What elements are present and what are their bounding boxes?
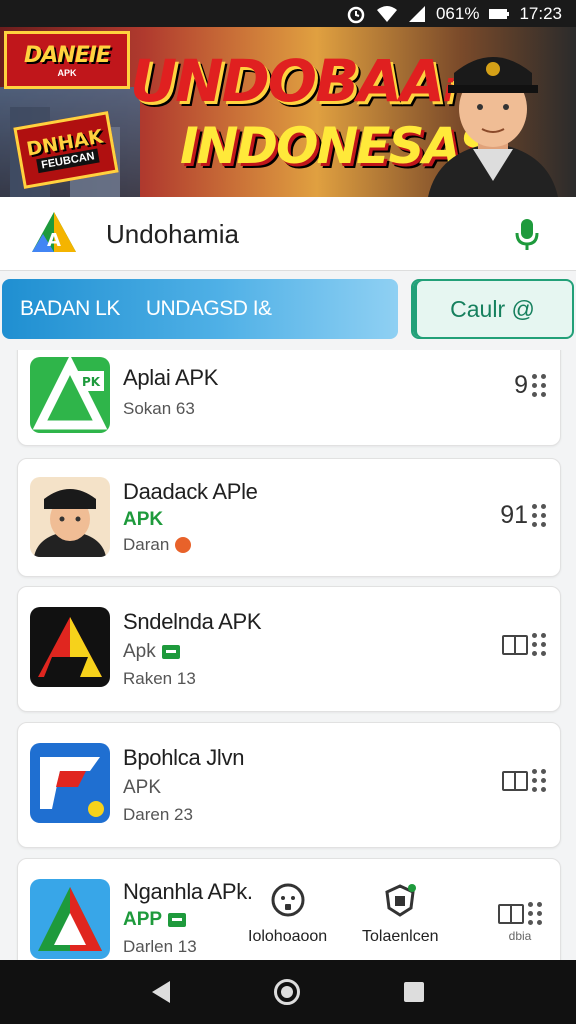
app-name: Aplai APK xyxy=(123,365,219,390)
shield-icon xyxy=(385,884,417,917)
svg-text:PK: PK xyxy=(82,375,101,389)
app-name: Bpohlca Jlvn xyxy=(123,745,245,770)
signal-icon xyxy=(408,5,426,23)
officer-illustration xyxy=(428,57,558,197)
recents-icon[interactable] xyxy=(404,982,424,1002)
app-rating: 91 xyxy=(500,501,546,530)
app-sub: Darlen 13 xyxy=(123,937,197,956)
more-dots-icon[interactable] xyxy=(532,374,546,397)
battery-percent: 061% xyxy=(435,3,480,23)
promo-banner[interactable]: DANEIE APK DNHAK FEUBCAN UNDOBAAi INDONE… xyxy=(0,27,576,197)
battery-icon xyxy=(489,8,510,20)
banner-logo: DANEIE APK xyxy=(4,31,130,89)
book-icon[interactable] xyxy=(502,770,528,791)
search-button[interactable]: Caulr @ xyxy=(411,279,574,339)
app-sub: Daran xyxy=(123,535,192,555)
app-sub: Daren 23 xyxy=(123,805,193,824)
banner-logo-title: DANEIE xyxy=(24,42,111,68)
bottom-tab-2-label: Tolaenlcen xyxy=(362,928,439,945)
app-icon xyxy=(30,607,110,687)
category-filter[interactable]: BADAN LK UNDAGSD I& xyxy=(2,279,398,339)
home-icon[interactable] xyxy=(274,979,300,1005)
app-sub: Sokan 63 xyxy=(123,399,195,418)
mic-icon[interactable] xyxy=(512,217,542,251)
filter-label-a: BADAN LK xyxy=(20,297,120,320)
status-bar: 061% 17:23 xyxy=(0,0,576,27)
system-nav-bar xyxy=(0,960,576,1024)
app-tag: APK xyxy=(123,777,162,798)
list-item[interactable]: Sndelnda APK Apk Raken 13 xyxy=(17,586,561,712)
filter-label-b: UNDAGSD I& xyxy=(145,297,272,320)
app-rating: 9 xyxy=(514,371,546,400)
list-item[interactable]: Daadack APle APK Daran 91 xyxy=(17,458,561,577)
face-icon xyxy=(271,883,305,917)
svg-text:A: A xyxy=(47,230,61,251)
banner-logo-sub: APK xyxy=(57,67,77,78)
bottom-tab-3-icons xyxy=(498,902,542,925)
store-logo-icon: A xyxy=(32,212,76,252)
book-icon[interactable] xyxy=(502,634,528,655)
app-name: Daadack APle xyxy=(123,479,258,504)
bottom-tab-2[interactable]: Tolaenlcen xyxy=(362,882,439,946)
app-tag: APP xyxy=(123,909,187,931)
clock: 17:23 xyxy=(519,3,562,23)
flag-icon xyxy=(168,913,187,927)
app-actions xyxy=(502,769,546,792)
app-icon xyxy=(30,477,110,557)
app-icon xyxy=(30,743,110,823)
flag-icon xyxy=(161,645,180,659)
wifi-icon xyxy=(376,5,398,23)
bottom-tab-1-label: Iolohoaoon xyxy=(248,928,328,945)
alarm-icon xyxy=(346,4,366,24)
bottom-tab-3[interactable]: dbia xyxy=(498,902,542,943)
bottom-tab-1[interactable]: Iolohoaoon xyxy=(248,882,327,946)
app-actions xyxy=(502,633,546,656)
more-dots-icon[interactable] xyxy=(532,633,546,656)
app-icon: PK xyxy=(30,357,110,433)
banner-title-line1: UNDOBAAi xyxy=(130,47,453,115)
list-item[interactable]: PK Aplai APK Sokan 63 9 xyxy=(17,350,561,446)
flag-icon xyxy=(175,537,192,553)
more-dots-icon xyxy=(528,902,542,925)
search-bar[interactable]: A Undohamia xyxy=(0,197,576,271)
list-item[interactable]: Bpohlca Jlvn APK Daren 23 xyxy=(17,722,561,848)
search-query[interactable]: Undohamia xyxy=(106,219,239,250)
app-icon xyxy=(30,879,110,959)
app-sub: Raken 13 xyxy=(123,669,196,688)
bottom-tab-3-label: dbia xyxy=(508,929,532,943)
back-icon[interactable] xyxy=(152,981,170,1003)
book-icon xyxy=(498,903,524,924)
app-name: Sndelnda APK xyxy=(123,609,262,634)
app-tag: Apk xyxy=(123,641,180,663)
app-tag: APK xyxy=(123,509,164,530)
app-name: Nganhla APk. xyxy=(123,879,253,904)
app-list[interactable]: PK Aplai APK Sokan 63 9 Daadack APle APK… xyxy=(0,350,576,960)
more-dots-icon[interactable] xyxy=(532,504,546,527)
more-dots-icon[interactable] xyxy=(532,769,546,792)
